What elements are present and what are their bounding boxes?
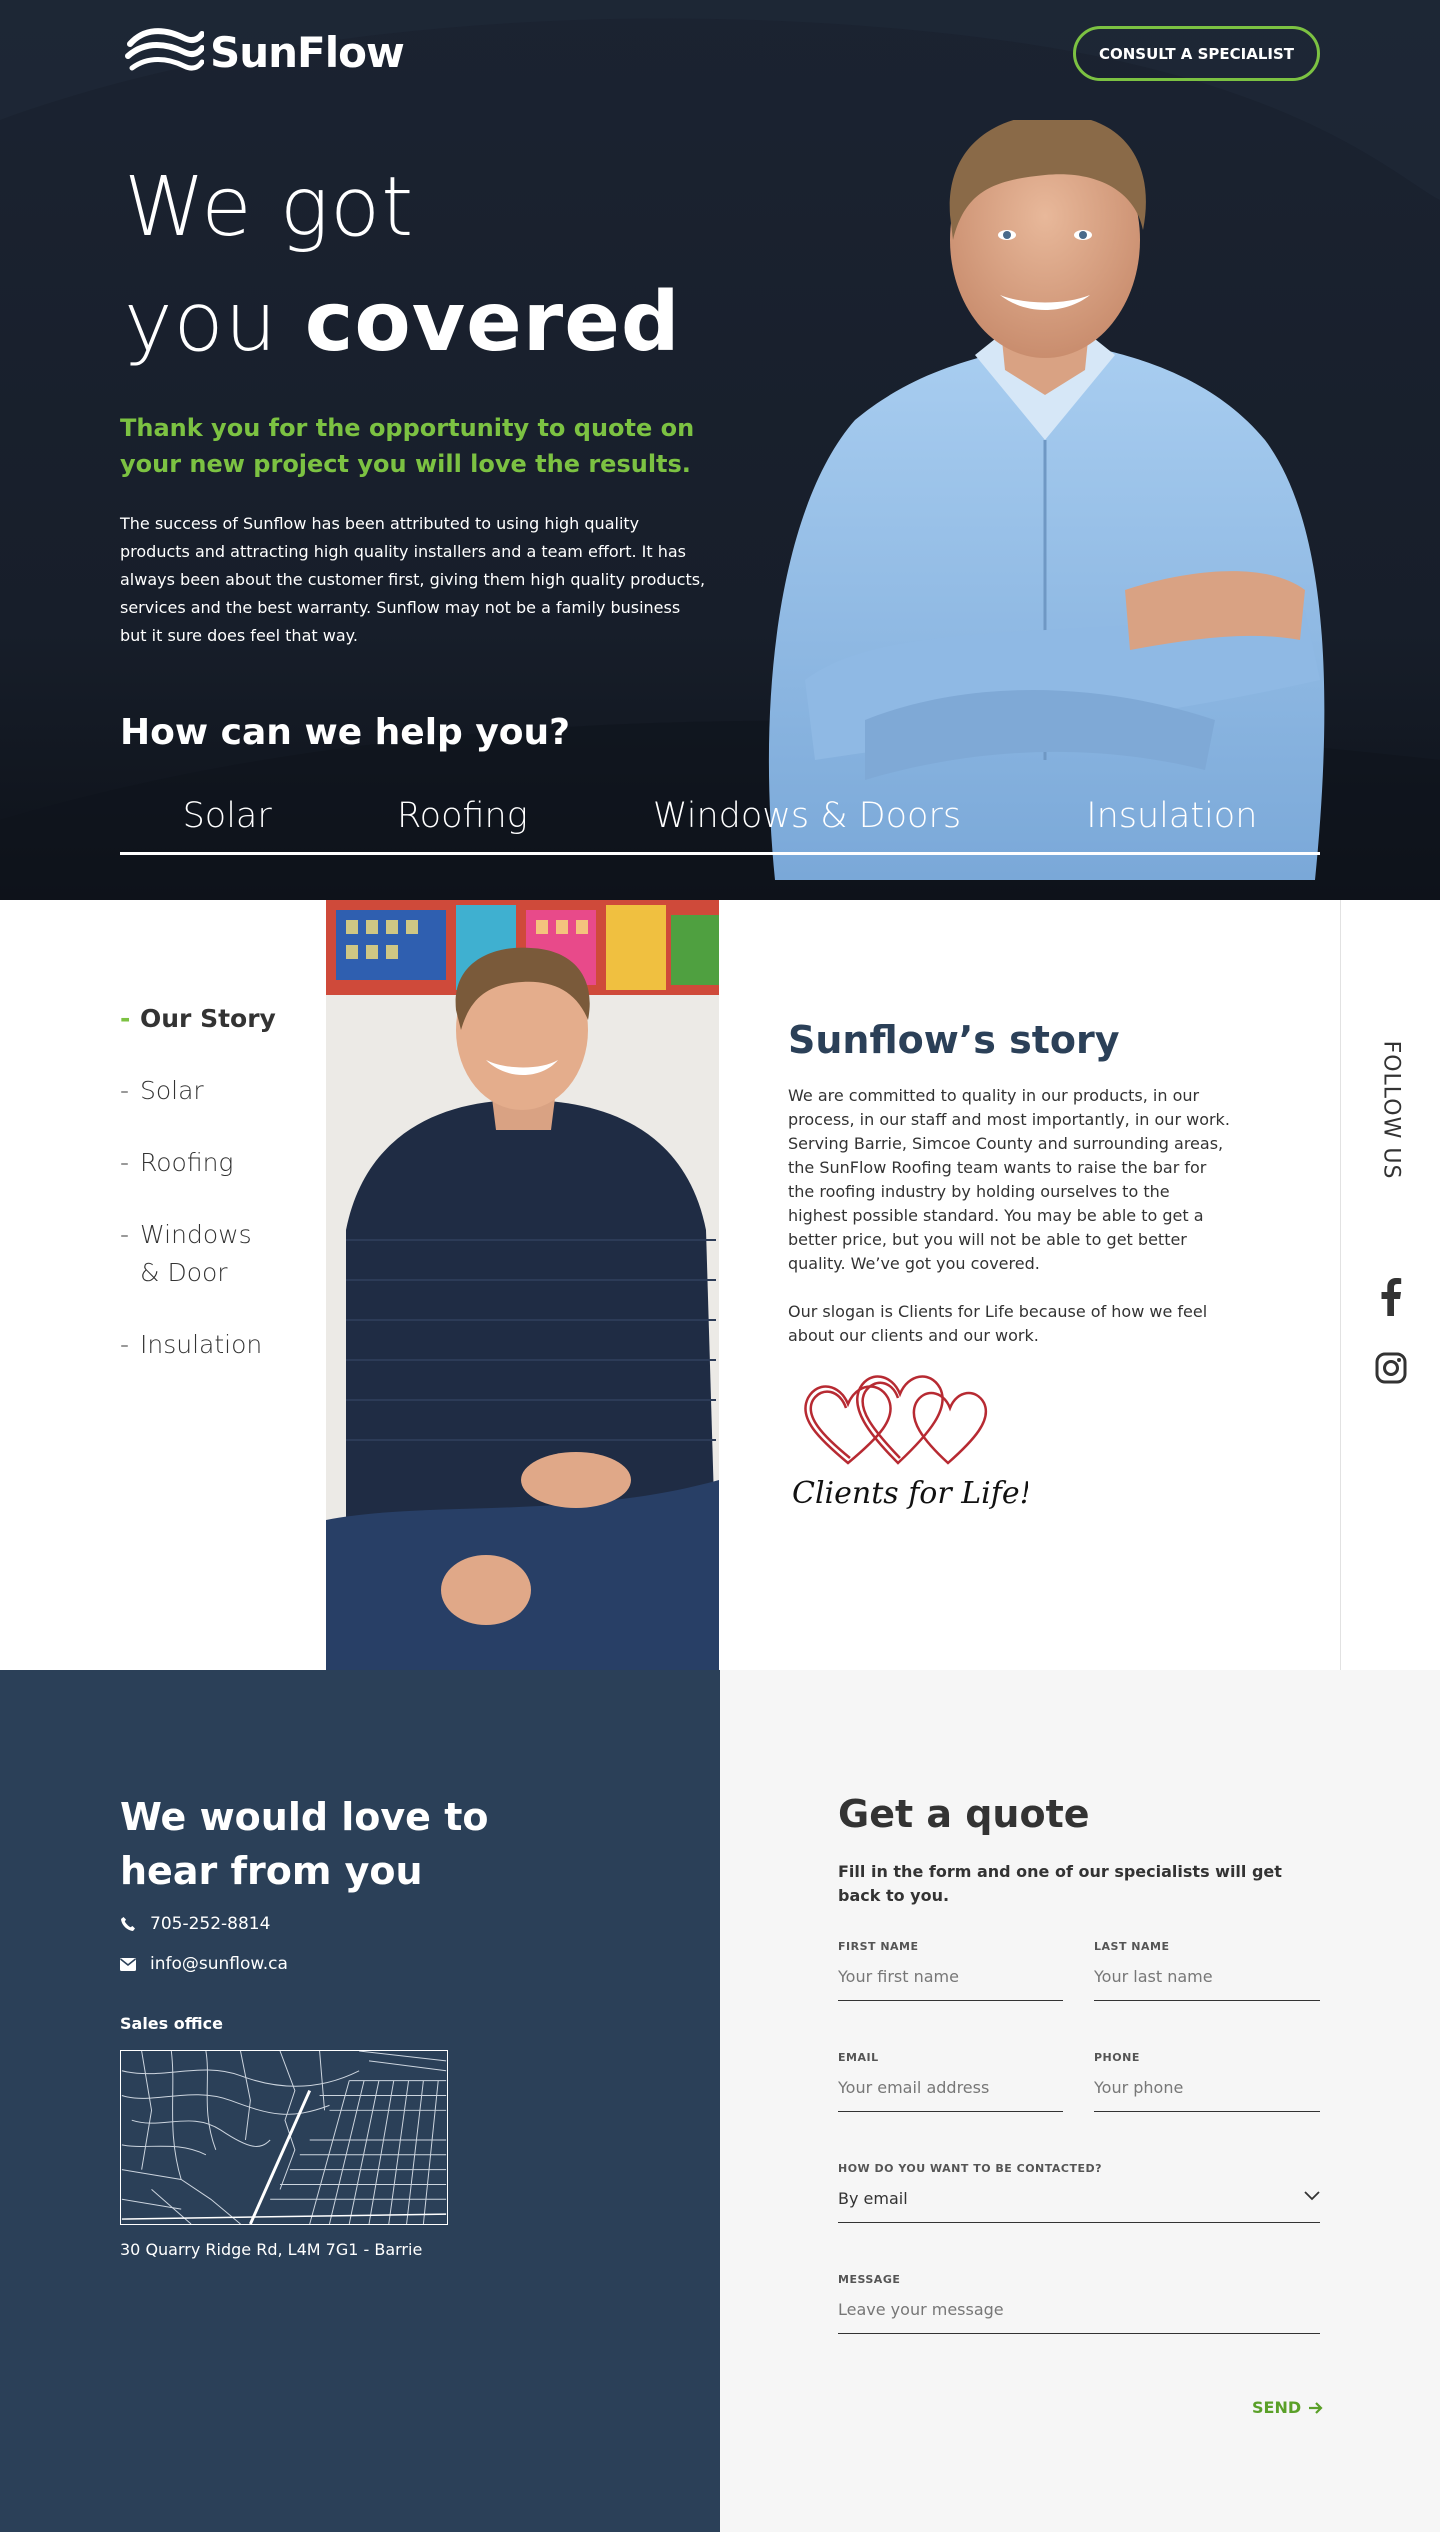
contact-method-label: HOW DO YOU WANT TO BE CONTACTED?: [838, 2162, 1103, 2175]
email-row[interactable]: info@sunflow.ca: [120, 1954, 288, 1974]
story-nav: - Our Story - Solar - Roofing - Windows & Do…: [120, 1000, 276, 1398]
service-tab-insulation[interactable]: Insulation: [1086, 796, 1257, 836]
contact-title: We would love to hear from you: [120, 1795, 489, 1893]
story-nav-solar[interactable]: - Solar: [120, 1072, 276, 1110]
phone-number: 705-252-8814: [150, 1914, 271, 1934]
message-input[interactable]: [838, 2300, 1320, 2334]
story-nav-our-story[interactable]: - Our Story: [120, 1000, 276, 1038]
quote-subtitle: Fill in the form and one of our speciali…: [838, 1862, 1282, 1905]
consult-specialist-button[interactable]: CONSULT A SPECIALIST: [1073, 26, 1320, 81]
contact-method-select-wrap: By email: [838, 2189, 1320, 2223]
first-name-label: FIRST NAME: [838, 1940, 919, 1953]
nav-dash: -: [120, 1148, 130, 1177]
story-nav-label: Solar: [140, 1076, 204, 1105]
send-button[interactable]: SEND: [1252, 2398, 1323, 2417]
phone-field: PHONE: [1094, 2051, 1320, 2112]
phone-row[interactable]: 705-252-8814: [120, 1914, 270, 1934]
phone-icon: [121, 1917, 135, 1931]
story-nav-roofing[interactable]: - Roofing: [120, 1144, 276, 1182]
story-nav-label: Roofing: [140, 1148, 234, 1177]
phone-input[interactable]: [1094, 2078, 1320, 2112]
hero-section: SunFlow CONSULT A SPECIALIST We got you …: [0, 0, 1440, 900]
wave-logo-icon: [125, 28, 204, 71]
story-paragraph-2: Our slogan is Clients for Life because o…: [788, 1302, 1208, 1345]
nav-dash: -: [120, 1076, 130, 1105]
story-paragraph-1: We are committed to quality in our produ…: [788, 1086, 1230, 1273]
email-field: EMAIL: [838, 2051, 1063, 2112]
facebook-icon[interactable]: [1380, 1278, 1402, 1316]
instagram-icon[interactable]: [1375, 1352, 1407, 1384]
story-text: Sunflow’s story We are committed to qual…: [788, 1018, 1233, 1522]
last-name-label: LAST NAME: [1094, 1940, 1170, 1953]
hero-body: The success of Sunflow has been attribut…: [120, 514, 706, 645]
message-field: MESSAGE: [838, 2273, 1320, 2334]
first-name-field: FIRST NAME: [838, 1940, 1063, 2001]
sales-office-label: Sales office: [120, 2014, 223, 2033]
arrow-right-icon: [1309, 2401, 1323, 2414]
first-name-input[interactable]: [838, 1967, 1063, 2001]
service-tab-windows-doors[interactable]: Windows & Doors: [653, 796, 961, 836]
contact-section: We would love to hear from you 705-252-8…: [0, 1670, 1440, 2532]
hero-title-line2: you covered: [124, 265, 681, 380]
service-tabs: Solar Roofing Windows & Doors Insulation: [120, 780, 1320, 855]
story-person-photo: [326, 900, 719, 1670]
nav-dash: -: [120, 1004, 131, 1033]
logo-text: SunFlow: [210, 27, 405, 77]
story-title: Sunflow’s story: [788, 1018, 1120, 1062]
last-name-field: LAST NAME: [1094, 1940, 1320, 2001]
follow-us-sidebar: FOLLOW US: [1340, 900, 1440, 1670]
story-nav-windows-door[interactable]: - Windows & Door: [120, 1216, 270, 1292]
envelope-icon: [120, 1957, 136, 1971]
message-label: MESSAGE: [838, 2273, 901, 2286]
quote-title: Get a quote: [838, 1792, 1090, 1836]
follow-us-label: FOLLOW US: [1378, 1040, 1403, 1180]
story-section: - Our Story - Solar - Roofing - Windows & Do…: [0, 900, 1440, 1670]
nav-dash: -: [120, 1220, 130, 1249]
service-tab-solar[interactable]: Solar: [183, 796, 272, 836]
story-nav-label: Windows & Door: [140, 1220, 252, 1287]
quote-form-panel: Get a quote Fill in the form and one of …: [720, 1670, 1440, 2532]
email-address: info@sunflow.ca: [150, 1954, 288, 1974]
sunflow-logo[interactable]: SunFlow: [124, 22, 405, 82]
story-nav-label: Our Story: [140, 1004, 276, 1033]
help-title: How can we help you?: [120, 712, 571, 753]
story-nav-label: Insulation: [140, 1330, 263, 1359]
hero-title-bold: covered: [304, 275, 681, 370]
contact-method-select[interactable]: By email: [838, 2189, 1320, 2223]
last-name-input[interactable]: [1094, 1967, 1320, 2001]
hero-title-light: you: [124, 275, 278, 370]
hero-title: We got you covered: [124, 150, 681, 380]
contact-method-field: HOW DO YOU WANT TO BE CONTACTED? By emai…: [838, 2162, 1320, 2223]
contact-info-panel: We would love to hear from you 705-252-8…: [0, 1670, 720, 2532]
slogan-text: Clients for Life!: [792, 1476, 1028, 1511]
sales-office-map[interactable]: [120, 2050, 448, 2225]
send-label: SEND: [1252, 2398, 1302, 2417]
story-nav-insulation[interactable]: - Insulation: [120, 1326, 276, 1364]
phone-label: PHONE: [1094, 2051, 1140, 2064]
nav-dash: -: [120, 1330, 130, 1359]
email-label: EMAIL: [838, 2051, 879, 2064]
service-tab-roofing[interactable]: Roofing: [397, 796, 528, 836]
hero-title-line1: We got: [124, 160, 415, 255]
hero-subtitle: Thank you for the opportunity to quote o…: [120, 414, 695, 478]
clients-for-life-logo: Clients for Life!: [792, 1375, 1032, 1511]
office-address: 30 Quarry Ridge Rd, L4M 7G1 - Barrie: [120, 2240, 423, 2259]
email-input[interactable]: [838, 2078, 1063, 2112]
